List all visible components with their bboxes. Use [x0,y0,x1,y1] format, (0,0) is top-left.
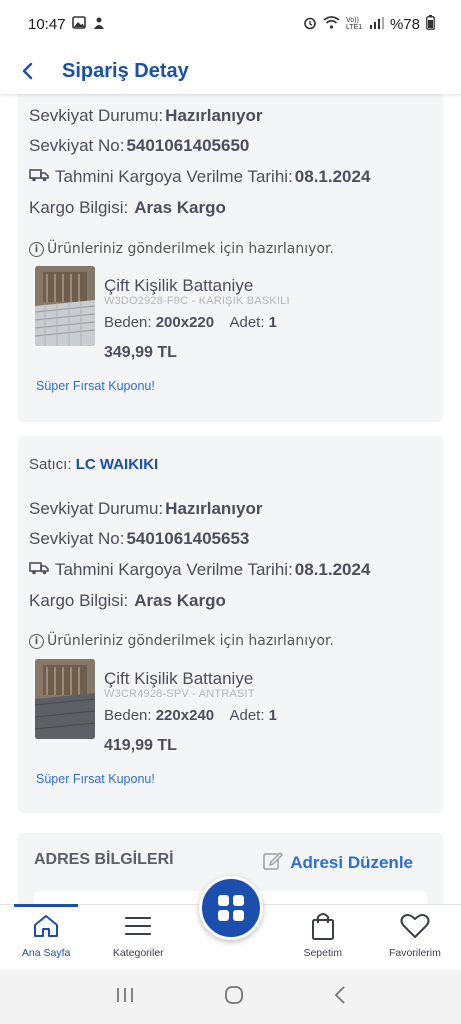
product-name[interactable]: Çift Kişilik Battaniye [104,669,253,689]
truck-icon [29,167,49,187]
circle-home-icon [224,985,243,1004]
truck-icon [29,560,49,580]
gallery-icon [71,16,86,32]
product-price: 419,99 TL [104,737,177,754]
edit-address-button[interactable]: Adresi Düzenle [262,849,413,876]
back-arrow-icon [334,985,345,1004]
page-title: Sipariş Detay [62,59,189,82]
product-size-qty: Beden: 220x240 Adet: 1 [104,707,278,724]
signal-icon [369,16,384,32]
wifi-icon [323,16,340,32]
preparing-notice: i Ürünleriniz gönderilmek için hazırlanı… [29,241,334,257]
back-button[interactable] [0,48,54,94]
status-time: 10:47 [28,15,66,33]
shipment-eta: Tahmini Kargoya Verilme Tarihi: 08.1.2024 [29,560,370,580]
info-icon: i [29,633,44,649]
seller-info: Satıcı: LC WAIKIKI [29,456,159,473]
home-icon [32,911,60,941]
product-image[interactable] [35,659,95,739]
coupon-link[interactable]: Süper Fırsat Kuponu! [36,379,155,393]
shipment-card: Sevkiyat Durumu: Hazırlanıyor Sevkiyat No… [18,94,443,422]
home-system-button[interactable] [224,985,244,1010]
shipment-card: Satıcı: LC WAIKIKI Sevkiyat Durumu: Hazır… [18,436,443,813]
order-detail-content[interactable]: Sevkiyat Durumu: Hazırlanıyor Sevkiyat No… [0,94,461,904]
all-categories-fab[interactable] [199,876,263,940]
product-code: W3DO2928-F9C - KARIŞIK BASKILI [104,295,290,307]
battery-icon [426,15,435,33]
cargo-info: Kargo Bilgisi: Aras Kargo [29,591,226,610]
alarm-icon [303,16,317,33]
shipment-eta: Tahmini Kargoya Verilme Tarihi: 08.1.2024 [29,167,370,187]
product-price: 349,99 TL [104,344,177,361]
system-back-button[interactable] [333,985,347,1010]
preparing-notice: i Ürünleriniz gönderilmek için hazırlanı… [29,633,334,649]
bag-icon [310,911,336,941]
recents-icon [116,987,133,1002]
heart-icon [400,911,430,941]
nav-favorites[interactable]: Favorilerim [369,905,461,970]
product-image[interactable] [35,266,95,346]
nav-categories[interactable]: Kategoriler [92,905,184,970]
product-name[interactable]: Çift Kişilik Battaniye [104,276,253,296]
notification-icon [92,16,106,33]
shipment-status: Sevkiyat Durumu: Hazırlanıyor [29,106,263,125]
chevron-left-icon [22,62,33,80]
shipment-number: Sevkiyat No: 5401061405650 [29,136,250,155]
edit-icon [262,849,284,876]
shipment-status: Sevkiyat Durumu: Hazırlanıyor [29,499,263,518]
seller-name[interactable]: LC WAIKIKI [76,456,159,473]
nav-home[interactable]: Ana Sayfa [0,904,92,970]
recent-apps-button[interactable] [115,986,135,1009]
coupon-link[interactable]: Süper Fırsat Kuponu! [36,772,155,786]
product-size-qty: Beden: 200x220 Adet: 1 [104,314,278,331]
app-bar: Sipariş Detay [0,48,461,94]
menu-icon [124,911,152,941]
grid-icon [218,895,244,921]
shipment-number: Sevkiyat No: 5401061405653 [29,529,250,548]
address-title: ADRES BİLGİLERİ [34,851,174,868]
status-bar: 10:47 Vo)) LTE1 %78 [0,0,461,48]
battery-percent: %78 [389,15,420,33]
nav-cart[interactable]: Sepetim [277,905,369,970]
cargo-info: Kargo Bilgisi: Aras Kargo [29,198,226,217]
info-icon: i [29,241,44,257]
product-code: W3CR4928-SPV - ANTRASIT [104,688,255,700]
lte-indicator: Vo)) LTE1 [345,17,363,31]
system-nav-bar [0,970,461,1024]
